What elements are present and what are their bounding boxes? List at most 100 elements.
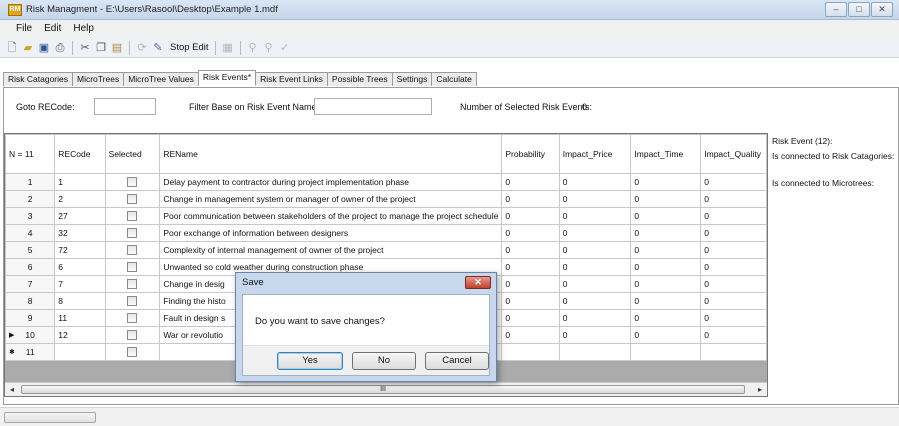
selected-checkbox[interactable] — [127, 296, 138, 307]
column-header-rename[interactable]: REName — [159, 134, 503, 174]
selected-checkbox[interactable] — [127, 279, 138, 290]
recode-cell[interactable]: 8 — [54, 292, 106, 310]
impact-time-cell[interactable]: 0 — [630, 258, 702, 276]
selected-checkbox[interactable] — [127, 347, 138, 358]
impact-quality-cell[interactable]: 0 — [700, 190, 767, 208]
selected-checkbox[interactable] — [127, 330, 138, 341]
probability-cell[interactable]: 0 — [501, 190, 560, 208]
impact-quality-cell[interactable]: 0 — [700, 207, 767, 225]
table-row[interactable]: 1 1 Delay payment to contractor during pro… — [5, 173, 767, 191]
selected-checkbox[interactable] — [127, 177, 138, 188]
yes-button[interactable]: Yes — [277, 352, 343, 370]
open-icon[interactable]: ▰ — [22, 42, 34, 54]
check-icon[interactable]: ✓ — [279, 42, 291, 54]
menu-edit[interactable]: Edit — [38, 20, 67, 38]
impact-time-cell[interactable]: 0 — [630, 173, 702, 191]
table-row[interactable]: 4 32 Poor exchange of information between … — [5, 224, 767, 242]
impact-quality-cell[interactable]: 0 — [700, 258, 767, 276]
probability-cell[interactable]: 0 — [501, 241, 560, 259]
column-header-impact-quality[interactable]: Impact_Quality — [700, 134, 767, 174]
impact-quality-cell[interactable]: 0 — [700, 309, 767, 327]
recode-cell[interactable]: 6 — [54, 258, 106, 276]
menu-help[interactable]: Help — [67, 20, 100, 38]
impact-time-cell[interactable] — [630, 343, 702, 361]
scroll-left-icon[interactable]: ◂ — [5, 383, 19, 396]
tab-possible-trees[interactable]: Possible Trees — [326, 72, 393, 86]
rename-cell[interactable]: Delay payment to contractor during proje… — [159, 173, 503, 191]
close-button[interactable]: ✕ — [871, 2, 893, 17]
selected-checkbox[interactable] — [127, 228, 138, 239]
impact-price-cell[interactable]: 0 — [558, 207, 632, 225]
table-row[interactable]: 3 27 Poor communication between stakeholde… — [5, 207, 767, 225]
selected-checkbox[interactable] — [127, 211, 138, 222]
impact-quality-cell[interactable]: 0 — [700, 275, 767, 293]
refresh-icon[interactable]: ⟳ — [136, 42, 148, 54]
horizontal-scrollbar[interactable]: ◂ III ▸ — [5, 382, 767, 396]
impact-time-cell[interactable]: 0 — [630, 224, 702, 242]
impact-price-cell[interactable] — [558, 343, 632, 361]
selected-checkbox[interactable] — [127, 262, 138, 273]
probability-cell[interactable]: 0 — [501, 309, 560, 327]
probability-cell[interactable]: 0 — [501, 207, 560, 225]
minimize-button[interactable]: – — [825, 2, 847, 17]
selected-cell[interactable] — [104, 190, 161, 208]
rename-cell[interactable]: Complexity of internal management of own… — [159, 241, 503, 259]
impact-time-cell[interactable]: 0 — [630, 190, 702, 208]
tab-microtrees[interactable]: MicroTrees — [72, 72, 125, 86]
impact-price-cell[interactable]: 0 — [558, 258, 632, 276]
recode-cell[interactable]: 32 — [54, 224, 106, 242]
impact-quality-cell[interactable] — [700, 343, 767, 361]
tab-risk-events[interactable]: Risk Events* — [197, 70, 257, 86]
probability-cell[interactable]: 0 — [501, 258, 560, 276]
probability-cell[interactable]: 0 — [501, 173, 560, 191]
stop-edit-button[interactable]: Stop Edit — [170, 42, 209, 53]
maximize-button[interactable]: □ — [848, 2, 870, 17]
impact-quality-cell[interactable]: 0 — [700, 173, 767, 191]
selected-cell[interactable] — [104, 326, 161, 344]
tab-settings[interactable]: Settings — [391, 72, 433, 86]
impact-time-cell[interactable]: 0 — [630, 241, 702, 259]
recode-cell[interactable]: 11 — [54, 309, 106, 327]
impact-quality-cell[interactable]: 0 — [700, 224, 767, 242]
impact-time-cell[interactable]: 0 — [630, 207, 702, 225]
rename-cell[interactable]: Change in management system or manager o… — [159, 190, 503, 208]
impact-quality-cell[interactable]: 0 — [700, 241, 767, 259]
menu-file[interactable]: File — [10, 20, 38, 38]
no-button[interactable]: No — [352, 352, 416, 370]
column-header-selected[interactable]: Selected — [104, 134, 161, 174]
tab-risk-catagories[interactable]: Risk Catagories — [3, 72, 73, 86]
impact-time-cell[interactable]: 0 — [630, 309, 702, 327]
column-header-recode[interactable]: RECode — [54, 134, 106, 174]
impact-price-cell[interactable]: 0 — [558, 173, 632, 191]
grid-icon[interactable]: ▦ — [222, 42, 234, 54]
impact-price-cell[interactable]: 0 — [558, 275, 632, 293]
recode-cell[interactable]: 12 — [54, 326, 106, 344]
impact-price-cell[interactable]: 0 — [558, 309, 632, 327]
goto-recode-input[interactable] — [94, 98, 156, 115]
probability-cell[interactable]: 0 — [501, 275, 560, 293]
recode-cell[interactable]: 27 — [54, 207, 106, 225]
column-header-impact-time[interactable]: Impact_Time — [630, 134, 702, 174]
recode-cell[interactable]: 2 — [54, 190, 106, 208]
impact-price-cell[interactable]: 0 — [558, 241, 632, 259]
impact-price-cell[interactable]: 0 — [558, 326, 632, 344]
scroll-right-icon[interactable]: ▸ — [753, 383, 767, 396]
selected-cell[interactable] — [104, 224, 161, 242]
selected-cell[interactable] — [104, 173, 161, 191]
column-header-probability[interactable]: Probability — [501, 134, 560, 174]
filter-name-input[interactable] — [314, 98, 432, 115]
probability-cell[interactable]: 0 — [501, 224, 560, 242]
column-header-impact-price[interactable]: Impact_Price — [558, 134, 632, 174]
stop-edit-icon[interactable]: ✎ — [152, 42, 164, 54]
probability-cell[interactable]: 0 — [501, 292, 560, 310]
impact-quality-cell[interactable]: 0 — [700, 292, 767, 310]
tab-calculate[interactable]: Calculate — [431, 72, 477, 86]
impact-time-cell[interactable]: 0 — [630, 275, 702, 293]
print-icon[interactable]: ⎙ — [54, 42, 66, 54]
recode-cell[interactable]: 7 — [54, 275, 106, 293]
recode-cell[interactable] — [54, 343, 106, 361]
impact-quality-cell[interactable]: 0 — [700, 326, 767, 344]
table-row[interactable]: 2 2 Change in management system or manager… — [5, 190, 767, 208]
selected-cell[interactable] — [104, 343, 161, 361]
impact-time-cell[interactable]: 0 — [630, 326, 702, 344]
